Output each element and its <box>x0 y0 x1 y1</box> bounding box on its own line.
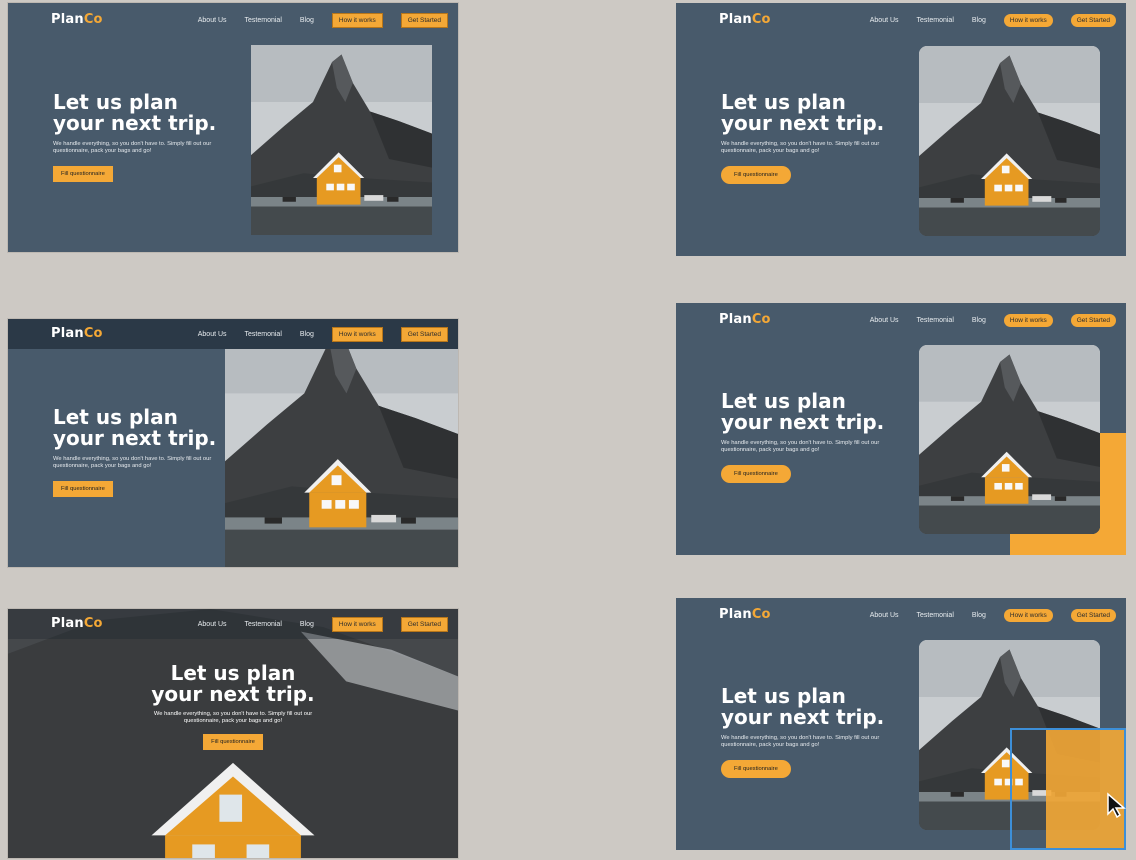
nav-blog-link[interactable]: Blog <box>300 331 314 338</box>
selection-box[interactable] <box>1010 728 1126 850</box>
frame-variant-2: PlanCo About Us Testemonial Blog How it … <box>8 319 458 567</box>
fill-questionnaire-button[interactable]: Fill questionnaire <box>721 760 791 778</box>
hero-photo <box>919 46 1100 236</box>
frame-variant-3: PlanCo About Us Testemonial Blog How it … <box>8 609 458 858</box>
logo[interactable]: PlanCo <box>719 12 771 27</box>
mountain-house-image <box>225 319 458 567</box>
fill-questionnaire-button[interactable]: Fill questionnaire <box>53 481 113 497</box>
logo[interactable]: PlanCo <box>719 607 771 622</box>
frame-variant-5: PlanCo About Us Testemonial Blog How it … <box>676 303 1126 555</box>
logo[interactable]: PlanCo <box>51 12 103 27</box>
nav-about-link[interactable]: About Us <box>870 317 899 324</box>
navbar: PlanCo About Us Testemonial Blog How it … <box>8 319 458 349</box>
get-started-button[interactable]: Get Started <box>400 616 448 632</box>
hero-body: We handle everything, so you don't have … <box>53 141 212 154</box>
frame-variant-1: PlanCo About Us Testemonial Blog How it … <box>8 3 458 252</box>
hero-photo <box>919 345 1100 534</box>
logo[interactable]: PlanCo <box>719 312 771 327</box>
navbar: PlanCo About Us Testemonial Blog How it … <box>676 303 1126 337</box>
fill-questionnaire-button[interactable]: Fill questionnaire <box>721 166 791 184</box>
how-it-works-button[interactable]: How it works <box>1003 313 1053 327</box>
nav-testimonial-link[interactable]: Testemonial <box>917 17 954 24</box>
hero-title: Let us plan your next trip. <box>721 90 885 135</box>
navbar: PlanCo About Us Testemonial Blog How it … <box>676 3 1126 37</box>
nav-about-link[interactable]: About Us <box>198 331 227 338</box>
hero-body: We handle everything, so you don't have … <box>721 141 880 154</box>
hero-body: We handle everything, so you don't have … <box>153 711 313 724</box>
nav-about-link[interactable]: About Us <box>870 17 899 24</box>
nav-testimonial-link[interactable]: Testemonial <box>245 17 282 24</box>
hero-body: We handle everything, so you don't have … <box>53 456 212 469</box>
navbar: PlanCo About Us Testemonial Blog How it … <box>676 598 1126 632</box>
hero-title: Let us plan your next trip. <box>151 661 315 706</box>
hero-title: Let us plan your next trip. <box>721 389 885 434</box>
frame-variant-6: PlanCo About Us Testemonial Blog How it … <box>676 598 1126 850</box>
mountain-house-image <box>251 45 432 235</box>
how-it-works-button[interactable]: How it works <box>1003 608 1053 622</box>
nav-about-link[interactable]: About Us <box>870 612 899 619</box>
get-started-button[interactable]: Get Started <box>1070 608 1116 622</box>
get-started-button[interactable]: Get Started <box>1070 13 1116 27</box>
hero-body: We handle everything, so you don't have … <box>721 440 880 453</box>
logo[interactable]: PlanCo <box>51 616 103 631</box>
nav-blog-link[interactable]: Blog <box>300 17 314 24</box>
mountain-house-image <box>919 46 1100 236</box>
fill-questionnaire-button[interactable]: Fill questionnaire <box>203 734 263 750</box>
navbar: PlanCo About Us Testemonial Blog How it … <box>8 3 458 37</box>
hero: Let us plan your next trip. We handle eve… <box>53 92 216 182</box>
hero: Let us plan your next trip. We handle eve… <box>721 391 884 483</box>
fill-questionnaire-button[interactable]: Fill questionnaire <box>721 465 791 483</box>
hero-title: Let us plan your next trip. <box>53 405 217 450</box>
logo[interactable]: PlanCo <box>51 326 103 341</box>
get-started-button[interactable]: Get Started <box>400 12 448 28</box>
hero-title: Let us plan your next trip. <box>721 684 885 729</box>
hero: Let us plan your next trip. We handle eve… <box>721 92 884 184</box>
nav-about-link[interactable]: About Us <box>198 17 227 24</box>
nav-testimonial-link[interactable]: Testemonial <box>245 331 282 338</box>
frame-variant-4: PlanCo About Us Testemonial Blog How it … <box>676 3 1126 256</box>
get-started-button[interactable]: Get Started <box>1070 313 1116 327</box>
how-it-works-button[interactable]: How it works <box>1003 13 1053 27</box>
fill-questionnaire-button[interactable]: Fill questionnaire <box>53 166 113 182</box>
nav-blog-link[interactable]: Blog <box>972 612 986 619</box>
navbar: PlanCo About Us Testemonial Blog How it … <box>8 609 458 639</box>
arrow-cursor-icon <box>1106 792 1128 823</box>
hero-photo <box>251 45 432 235</box>
nav-blog-link[interactable]: Blog <box>300 621 314 628</box>
hero-body: We handle everything, so you don't have … <box>721 735 880 748</box>
hero: Let us plan your next trip. We handle eve… <box>8 663 458 750</box>
mountain-house-image <box>919 345 1100 534</box>
how-it-works-button[interactable]: How it works <box>331 616 383 632</box>
nav-testimonial-link[interactable]: Testemonial <box>917 612 954 619</box>
how-it-works-button[interactable]: How it works <box>331 326 383 342</box>
hero-title: Let us plan your next trip. <box>53 90 217 135</box>
nav-testimonial-link[interactable]: Testemonial <box>917 317 954 324</box>
nav-testimonial-link[interactable]: Testemonial <box>245 621 282 628</box>
hero: Let us plan your next trip. We handle eve… <box>53 407 216 497</box>
hero: Let us plan your next trip. We handle eve… <box>721 686 884 778</box>
nav-blog-link[interactable]: Blog <box>972 17 986 24</box>
nav-about-link[interactable]: About Us <box>198 621 227 628</box>
hero-photo <box>225 319 458 567</box>
get-started-button[interactable]: Get Started <box>400 326 448 342</box>
how-it-works-button[interactable]: How it works <box>331 12 383 28</box>
nav-blog-link[interactable]: Blog <box>972 317 986 324</box>
